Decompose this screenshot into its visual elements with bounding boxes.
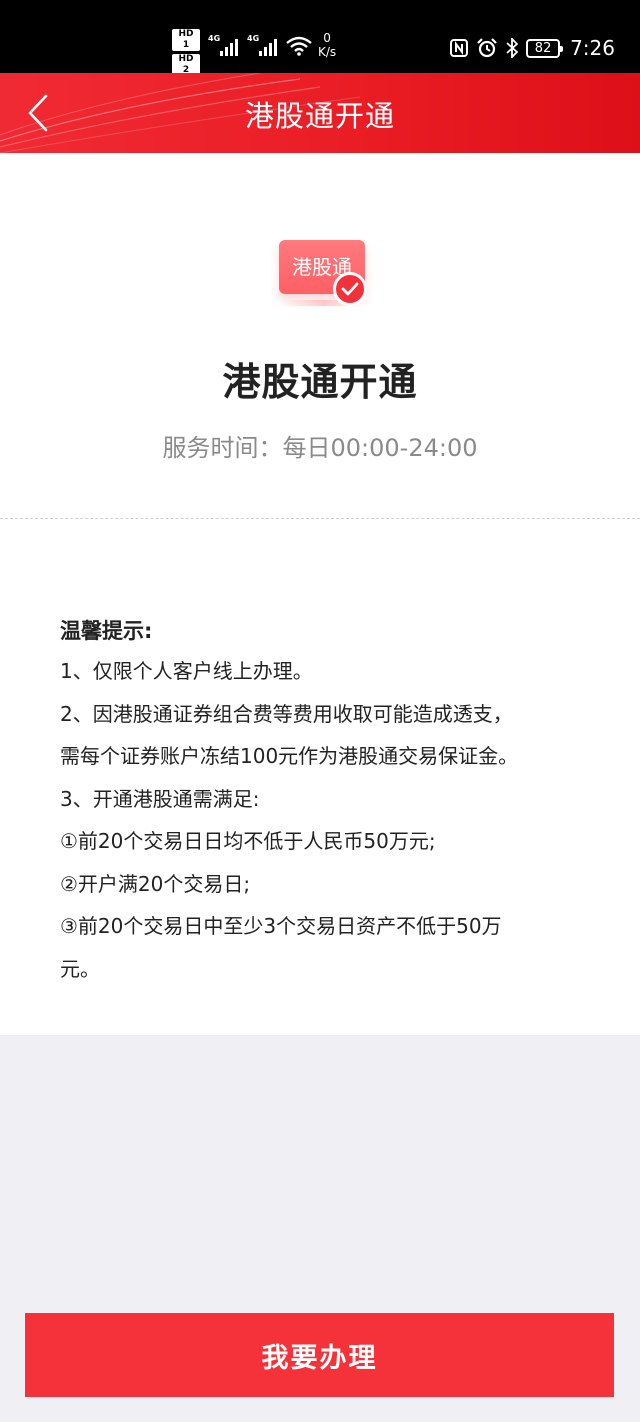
status-right-group: 82 7:26	[450, 36, 615, 60]
network-speed: 0 K/s	[318, 31, 336, 59]
nfc-icon	[450, 39, 469, 57]
tips-title: 温馨提示:	[60, 619, 153, 643]
signal-bars-icon	[259, 39, 277, 56]
tip-line: ①前20个交易日日均不低于人民币50万元;	[60, 829, 436, 853]
tip-line: 3、开通港股通需满足:	[60, 786, 260, 811]
network-type-1: 4G	[208, 34, 221, 43]
sim-indicators: HD 1 HD 2	[172, 29, 202, 79]
sim1-badge: HD 1	[172, 29, 200, 51]
bluetooth-icon	[506, 38, 519, 58]
header-title: 港股通开通	[244, 99, 395, 133]
speed-value: 0	[323, 31, 331, 45]
wifi-icon	[286, 36, 312, 56]
clock: 7:26	[570, 36, 615, 60]
tip-line: 1、仅限个人客户线上办理。	[60, 659, 313, 683]
alarm-icon	[477, 38, 497, 58]
check-badge-icon	[333, 272, 367, 306]
signal-bars-icon	[220, 39, 238, 56]
tip-line: 2、因港股通证券组合费等费用收取可能造成透支，	[60, 701, 513, 726]
tips-card: 温馨提示: 1、仅限个人客户线上办理。 2、因港股通证券组合费等费用收取可能造成…	[0, 519, 640, 1035]
apply-button[interactable]: 我要办理	[25, 1313, 614, 1397]
tip-line: ③前20个交易日中至少3个交易日资产不低于50万	[60, 914, 502, 938]
page-title: 港股通开通	[222, 360, 418, 404]
network-type-2: 4G	[247, 34, 260, 43]
intro-card: 港股通 港股通开通 服务时间：每日00:00-24:00	[0, 153, 640, 519]
status-bar: HD 1 HD 2 4G 4G 0 K/s 82 7:26	[0, 0, 640, 76]
tips-list: 1、仅限个人客户线上办理。 2、因港股通证券组合费等费用收取可能造成透支， 需每…	[60, 650, 580, 990]
tip-line: 需每个证券账户冻结100元作为港股通交易保证金。	[60, 744, 519, 768]
nav-header: 港股通开通	[0, 73, 640, 153]
hk-connect-icon: 港股通	[275, 238, 370, 318]
tip-line: 元。	[60, 956, 100, 981]
tip-line: ②开户满20个交易日;	[60, 871, 251, 896]
service-time: 服务时间：每日00:00-24:00	[162, 434, 478, 462]
speed-unit: K/s	[318, 45, 337, 59]
battery-indicator: 82	[526, 38, 564, 58]
battery-level: 82	[534, 40, 552, 56]
